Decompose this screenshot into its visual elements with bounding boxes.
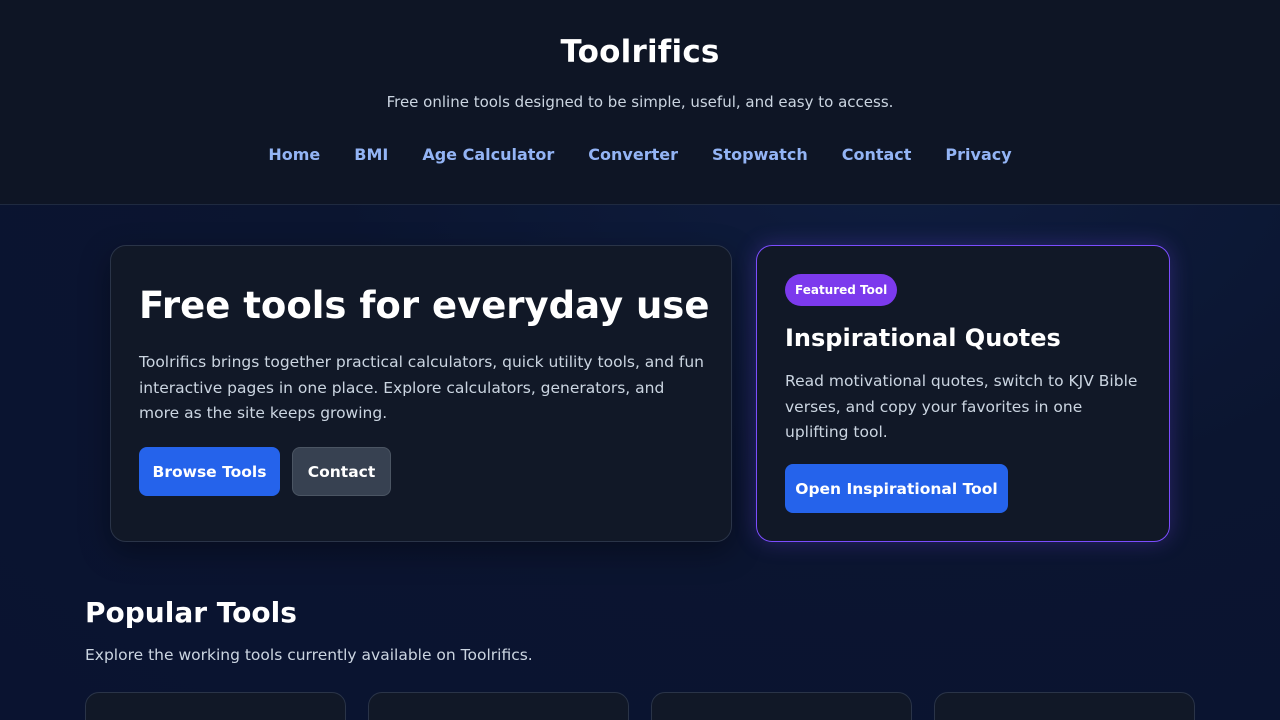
nav-age-calculator[interactable]: Age Calculator	[405, 144, 571, 166]
tool-card[interactable]	[651, 692, 912, 720]
nav-home[interactable]: Home	[251, 144, 337, 166]
main-nav: Home BMI Age Calculator Converter Stopwa…	[0, 144, 1280, 166]
featured-description: Read motivational quotes, switch to KJV …	[785, 372, 1138, 441]
nav-contact[interactable]: Contact	[825, 144, 929, 166]
browse-tools-button[interactable]: Browse Tools	[139, 447, 280, 496]
tool-card[interactable]	[85, 692, 346, 720]
nav-converter[interactable]: Converter	[571, 144, 695, 166]
nav-privacy[interactable]: Privacy	[928, 144, 1028, 166]
popular-tools-subtitle: Explore the working tools currently avai…	[85, 646, 533, 664]
featured-title: Inspirational Quotes	[785, 324, 1061, 352]
popular-tools-title: Popular Tools	[85, 596, 297, 629]
tool-card[interactable]	[934, 692, 1195, 720]
site-tagline: Free online tools designed to be simple,…	[386, 93, 894, 111]
nav-bmi[interactable]: BMI	[337, 144, 405, 166]
hero-title: Free tools for everyday use	[139, 284, 710, 327]
site-header: Toolrifics Free online tools designed to…	[0, 0, 1280, 205]
tool-card[interactable]	[368, 692, 629, 720]
nav-stopwatch[interactable]: Stopwatch	[695, 144, 825, 166]
site-title[interactable]: Toolrifics	[0, 34, 1280, 70]
featured-badge: Featured Tool	[785, 274, 898, 306]
hero-description: Toolrifics brings together practical cal…	[139, 353, 705, 422]
featured-tool-card: Featured Tool Inspirational Quotes Read …	[756, 245, 1170, 542]
contact-button[interactable]: Contact	[292, 447, 391, 496]
open-inspirational-tool-button[interactable]: Open Inspirational Tool	[785, 464, 1008, 513]
hero-card: Free tools for everyday use Toolrifics b…	[110, 245, 732, 542]
